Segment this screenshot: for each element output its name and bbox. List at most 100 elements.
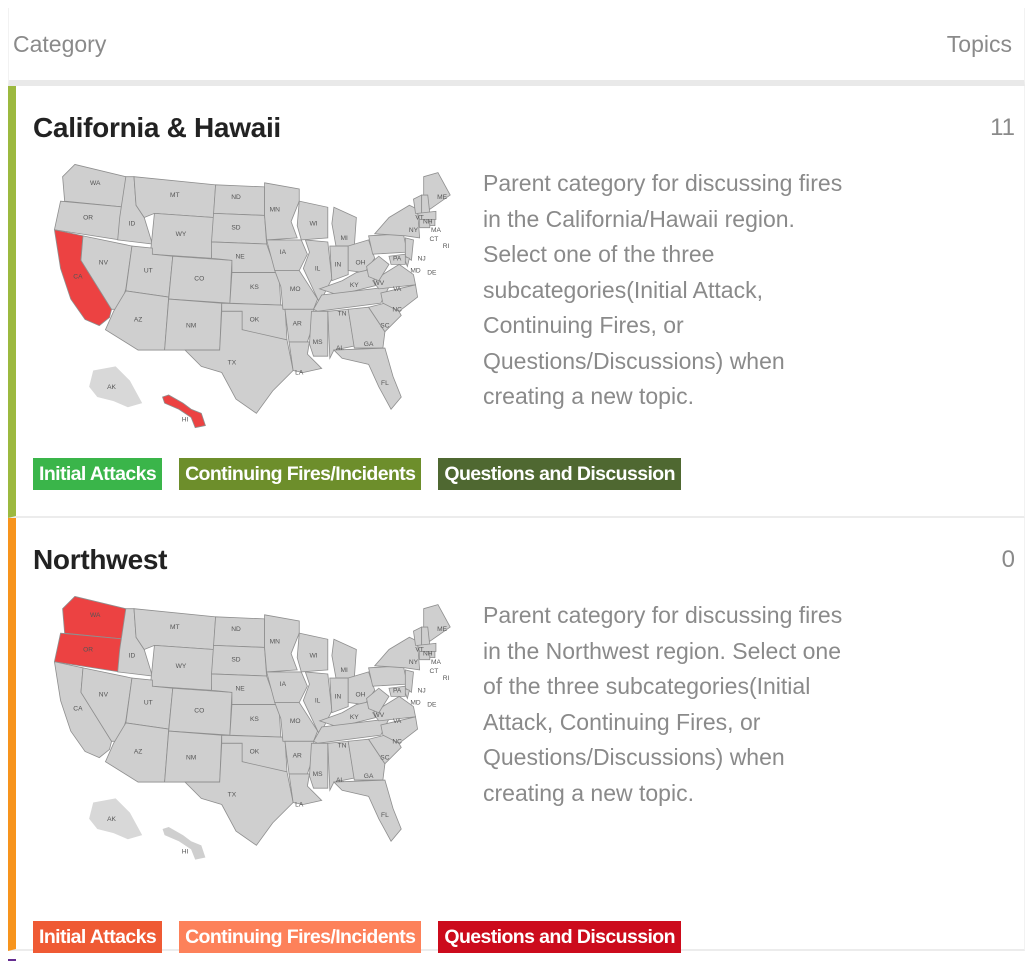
subcategory-questions-discussion[interactable]: Questions and Discussion (438, 921, 681, 953)
state-label: IL (315, 698, 321, 705)
state-label: MA (431, 659, 442, 666)
state-label: OR (83, 647, 93, 654)
state-label: AK (107, 384, 116, 391)
state-label: NV (99, 259, 109, 266)
state-label: IL (315, 266, 321, 273)
topic-count: 11 (990, 114, 1015, 141)
state-label: KS (250, 284, 259, 291)
state-label: NM (186, 323, 196, 330)
state-ms (309, 742, 329, 789)
state-label: KY (350, 282, 359, 289)
state-label: MO (290, 718, 301, 725)
state-label: WV (373, 712, 384, 719)
state-label: NJ (418, 687, 426, 694)
state-label: TN (338, 742, 347, 749)
state-label: OK (250, 749, 260, 756)
state-label: WA (90, 612, 101, 619)
topics-column-header[interactable]: Topics (947, 31, 1012, 58)
subcategory-questions-discussion[interactable]: Questions and Discussion (438, 458, 681, 490)
state-label: ID (129, 221, 136, 228)
state-label: CA (73, 706, 83, 713)
state-label: SC (380, 323, 389, 330)
state-label: MS (313, 339, 324, 346)
state-label: OH (355, 691, 365, 698)
state-label: KY (350, 714, 359, 721)
state-label: ME (437, 194, 448, 201)
state-label: ND (231, 626, 241, 633)
state-label: HI (182, 416, 189, 423)
state-label: AK (107, 816, 116, 823)
state-pa (368, 233, 408, 255)
state-label: VA (393, 286, 402, 293)
state-label: AL (336, 345, 344, 352)
state-label: AR (293, 321, 302, 328)
state-label: IA (280, 681, 287, 688)
state-label: PA (393, 687, 402, 694)
state-label: MT (170, 624, 180, 631)
state-label: SD (231, 657, 240, 664)
category-title[interactable]: Northwest (33, 544, 168, 576)
state-label: NV (99, 691, 109, 698)
category-column-header[interactable]: Category (13, 31, 106, 58)
state-label: MD (410, 700, 421, 707)
state-label: NE (235, 253, 245, 260)
state-label: MO (290, 286, 301, 293)
state-label: WI (309, 221, 317, 228)
state-label: SD (231, 225, 240, 232)
us-map-image: WA OR CA ID NV MT WY UT AZ CO NM ND SD NE KS OK TX MN IA MO… (53, 163, 451, 429)
state-label: RI (443, 675, 450, 682)
subcategory-continuing-fires[interactable]: Continuing Fires/Incidents (179, 458, 422, 490)
state-label: AL (336, 777, 344, 784)
state-label: ID (129, 653, 136, 660)
category-description: Parent category for discussing fires in … (483, 170, 843, 409)
state-label: UT (144, 700, 153, 707)
state-label: DE (427, 702, 437, 709)
state-label: OR (83, 215, 93, 222)
state-label: IN (335, 693, 342, 700)
state-label: MT (170, 192, 180, 199)
state-label: SC (380, 755, 389, 762)
state-label: HI (182, 848, 189, 855)
state-label: OH (355, 259, 365, 266)
state-label: MN (270, 638, 281, 645)
state-label: NC (392, 738, 402, 745)
state-label: GA (364, 341, 374, 348)
state-label: LA (295, 370, 304, 377)
state-label: AZ (134, 749, 142, 756)
state-fl (332, 347, 402, 410)
state-label: NH (423, 651, 433, 658)
state-label: NC (392, 306, 402, 313)
state-label: ME (437, 626, 448, 633)
subcategory-list: Initial Attacks Continuing Fires/Inciden… (33, 458, 681, 490)
state-label: NY (409, 227, 419, 234)
state-label: WA (90, 180, 101, 187)
state-label: RI (443, 243, 450, 250)
state-label: IN (335, 261, 342, 268)
category-title[interactable]: California & Hawaii (33, 112, 281, 144)
category-row-california-hawaii[interactable]: California & Hawaii 11 WA OR CA ID NV MT WY UT A… (8, 86, 1025, 518)
us-map-image: WA OR CA ID NV MT WY UT AZ CO NM ND SD NE KS OK TX MN IA MO… (53, 595, 451, 860)
state-label: KS (250, 716, 259, 723)
state-pa (368, 665, 408, 687)
state-label: VA (393, 718, 402, 725)
state-label: MD (410, 268, 421, 275)
state-label: NE (235, 685, 245, 692)
state-label: AZ (134, 317, 142, 324)
state-label: FL (381, 812, 389, 819)
category-row-northwest[interactable]: Northwest 0 WA OR CA ID NV MT WY UT AZ CO NM ND SD NE… (8, 518, 1025, 953)
state-label: TX (228, 359, 237, 366)
state-label: TN (338, 310, 347, 317)
state-label: FL (381, 380, 389, 387)
subcategory-initial-attacks[interactable]: Initial Attacks (33, 921, 163, 953)
subcategory-continuing-fires[interactable]: Continuing Fires/Incidents (179, 921, 422, 953)
state-label: NH (423, 219, 433, 226)
subcategory-initial-attacks[interactable]: Initial Attacks (33, 458, 163, 490)
state-label: MS (313, 771, 324, 778)
state-label: AR (293, 753, 302, 760)
state-label: MI (340, 235, 348, 242)
state-label: CT (429, 668, 438, 675)
state-label: TX (228, 791, 237, 798)
state-label: NY (409, 659, 419, 666)
state-label: IA (280, 249, 287, 256)
state-label: GA (364, 773, 374, 780)
